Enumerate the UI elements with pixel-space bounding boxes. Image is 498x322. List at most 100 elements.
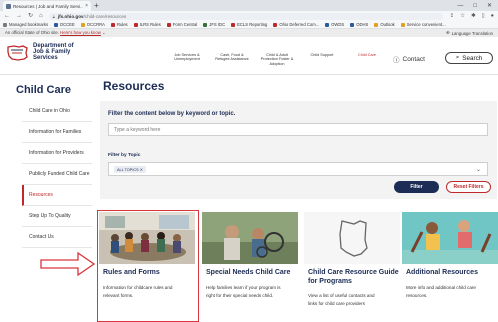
- bookmark-item[interactable]: DCCEE: [54, 22, 75, 27]
- bookmark-star-icon[interactable]: ☆: [460, 13, 465, 19]
- bookmark-label: Rules: [116, 22, 128, 27]
- bookmark-item[interactable]: Outlook: [374, 22, 395, 27]
- window-controls: — □ ✕: [457, 0, 492, 11]
- browser-tab[interactable]: Resources | Job and Family Servi... ×: [3, 1, 91, 11]
- home-icon[interactable]: ⌂: [39, 11, 43, 21]
- forward-icon[interactable]: →: [16, 11, 22, 21]
- bookmark-label: ILRS Rules: [139, 22, 161, 27]
- card-description-line: right for their special needs child.: [206, 293, 274, 298]
- official-site-text: An official State of Ohio site.: [5, 30, 59, 35]
- card-additional-resources[interactable]: Additional Resources More info and addit…: [402, 212, 498, 322]
- bookmark-label: JFS IDC: [209, 22, 226, 27]
- bookmark-item[interactable]: Form Central: [166, 22, 198, 27]
- how-you-know-link[interactable]: Here's how you know: [60, 30, 101, 35]
- sidebar-item[interactable]: Step Up To Quality: [22, 206, 92, 227]
- bookmark-label: ODHS: [356, 22, 369, 27]
- card-description-line: links for child care providers: [308, 301, 365, 306]
- site-favicon-icon: [6, 3, 11, 9]
- bookmark-item[interactable]: Managed bookmarks: [3, 22, 48, 27]
- top-nav-item[interactable]: Child Care: [350, 53, 384, 66]
- topic-chip-all-topics[interactable]: ALL TOPICS ✕: [114, 165, 146, 173]
- bookmark-item[interactable]: Ohio Deferred Com...: [273, 22, 319, 27]
- card-title[interactable]: Child Care Resource Guide for Programs: [308, 269, 400, 286]
- profile-icon[interactable]: ●: [491, 13, 494, 19]
- sidebar-item[interactable]: Child Care in Ohio: [22, 101, 92, 122]
- url-host: jfs.ohio.gov: [57, 13, 84, 19]
- top-nav-item[interactable]: Child & Adult Protection Foster & Adopti…: [260, 53, 294, 66]
- bookmarks-bar: Managed bookmarks DCCEE OCCRRA Rules ILRS Ru…: [0, 21, 498, 29]
- sidebar-item[interactable]: Publicly Funded Child Care: [22, 164, 92, 185]
- top-nav-item[interactable]: Child Support: [305, 53, 339, 66]
- close-window-icon[interactable]: ✕: [487, 2, 492, 9]
- sidebar-item[interactable]: Contact Us: [22, 227, 92, 248]
- sidebar-toggle-icon[interactable]: ▯: [482, 13, 485, 19]
- bookmark-label: ECLS Reporting: [237, 22, 268, 27]
- bookmark-item[interactable]: ILRS Rules: [133, 22, 161, 27]
- bookmark-item[interactable]: OWDS: [325, 22, 344, 27]
- share-icon[interactable]: ⇪: [449, 13, 454, 19]
- bookmark-favicon-icon: [133, 22, 138, 27]
- bookmark-favicon-icon: [273, 22, 278, 27]
- bookmark-item[interactable]: JFS IDC: [203, 22, 225, 27]
- search-label: Search: [462, 54, 483, 62]
- bookmark-favicon-icon: [374, 22, 379, 27]
- bookmark-label: Form Central: [172, 22, 198, 27]
- extensions-icon[interactable]: ✱: [471, 13, 476, 19]
- card-description-line: More info and additional child care: [406, 285, 476, 290]
- bookmark-favicon-icon: [350, 22, 355, 27]
- reload-icon[interactable]: ↻: [28, 11, 33, 21]
- bookmark-label: Outlook: [380, 22, 395, 27]
- tab-close-icon[interactable]: ×: [85, 3, 88, 9]
- top-nav-item[interactable]: Cash, Food & Refugee Assistance: [215, 53, 249, 66]
- children-photo: [402, 212, 498, 264]
- address-bar-row: ← → ↻ ⌂ 🔒︎ jfs.ohio.gov/child-care/resou…: [0, 11, 498, 21]
- reset-filters-button[interactable]: Reset Filters: [446, 181, 491, 193]
- bookmark-item[interactable]: Service convenient...: [400, 22, 446, 27]
- family-photo: [202, 212, 298, 264]
- bookmark-item[interactable]: Rules: [110, 22, 128, 27]
- bookmark-label: OWDS: [331, 22, 345, 27]
- bookmark-item[interactable]: OCCRRA: [80, 22, 105, 27]
- card-title-line: Child Care Resource Guide: [308, 269, 399, 276]
- card-title[interactable]: Additional Resources: [406, 269, 498, 278]
- bookmark-item[interactable]: ODHS: [350, 22, 368, 27]
- topic-label: Filter by Topic: [108, 153, 141, 158]
- keyword-search-input[interactable]: [108, 123, 488, 136]
- search-button[interactable]: ⌕ Search: [445, 52, 493, 64]
- card-description-line: resources.: [406, 293, 428, 298]
- card-resource-guide[interactable]: Child Care Resource Guide for Programs V…: [304, 212, 400, 322]
- translate-label: Language Translation: [451, 30, 493, 36]
- globe-icon: ⊕: [446, 30, 450, 35]
- filter-panel: Filter the content below by keyword or t…: [100, 101, 497, 199]
- odjfs-logo[interactable]: Department of Job & Family Services: [6, 43, 74, 62]
- filter-button[interactable]: Filter: [394, 181, 439, 193]
- tab-title: Resources | Job and Family Servi...: [13, 3, 84, 9]
- url-field[interactable]: 🔒︎ jfs.ohio.gov/child-care/resources: [48, 12, 444, 20]
- url-path: /child-care/resources: [83, 13, 127, 19]
- sidebar-item[interactable]: Information for Families: [22, 122, 92, 143]
- sidebar-item[interactable]: Information for Providers: [22, 143, 92, 164]
- card-title-line: for Programs: [308, 277, 352, 285]
- topic-select[interactable]: ALL TOPICS ✕ ⌄: [108, 162, 488, 176]
- highlight-box: [97, 210, 199, 322]
- top-nav-item[interactable]: Job Services & Unemployment: [170, 53, 204, 66]
- card-special-needs[interactable]: Special Needs Child Care Help families l…: [202, 212, 298, 322]
- bookmark-item[interactable]: ECLS Reporting: [231, 22, 267, 27]
- minimize-icon[interactable]: —: [457, 3, 463, 9]
- chevron-down-icon[interactable]: ⌄: [476, 166, 481, 173]
- contact-label: Contact: [402, 55, 425, 63]
- filter-heading: Filter the content below by keyword or t…: [108, 111, 236, 117]
- language-translation[interactable]: ⊕ Language Translation: [446, 30, 493, 36]
- bookmark-label: Managed bookmarks: [9, 22, 49, 27]
- back-icon[interactable]: ←: [4, 11, 10, 21]
- bookmark-favicon-icon: [3, 22, 7, 27]
- maximize-icon[interactable]: □: [473, 3, 477, 9]
- bookmark-label: DCCEE: [60, 22, 75, 27]
- sidebar-item[interactable]: Resources: [22, 185, 92, 206]
- card-title[interactable]: Special Needs Child Care: [206, 269, 298, 278]
- bookmark-favicon-icon: [325, 22, 330, 27]
- contact-link[interactable]: ⓘ Contact: [393, 54, 425, 65]
- new-tab-button[interactable]: +: [94, 1, 99, 10]
- page-title: Resources: [103, 79, 165, 93]
- ohio-outline-image: [304, 212, 400, 264]
